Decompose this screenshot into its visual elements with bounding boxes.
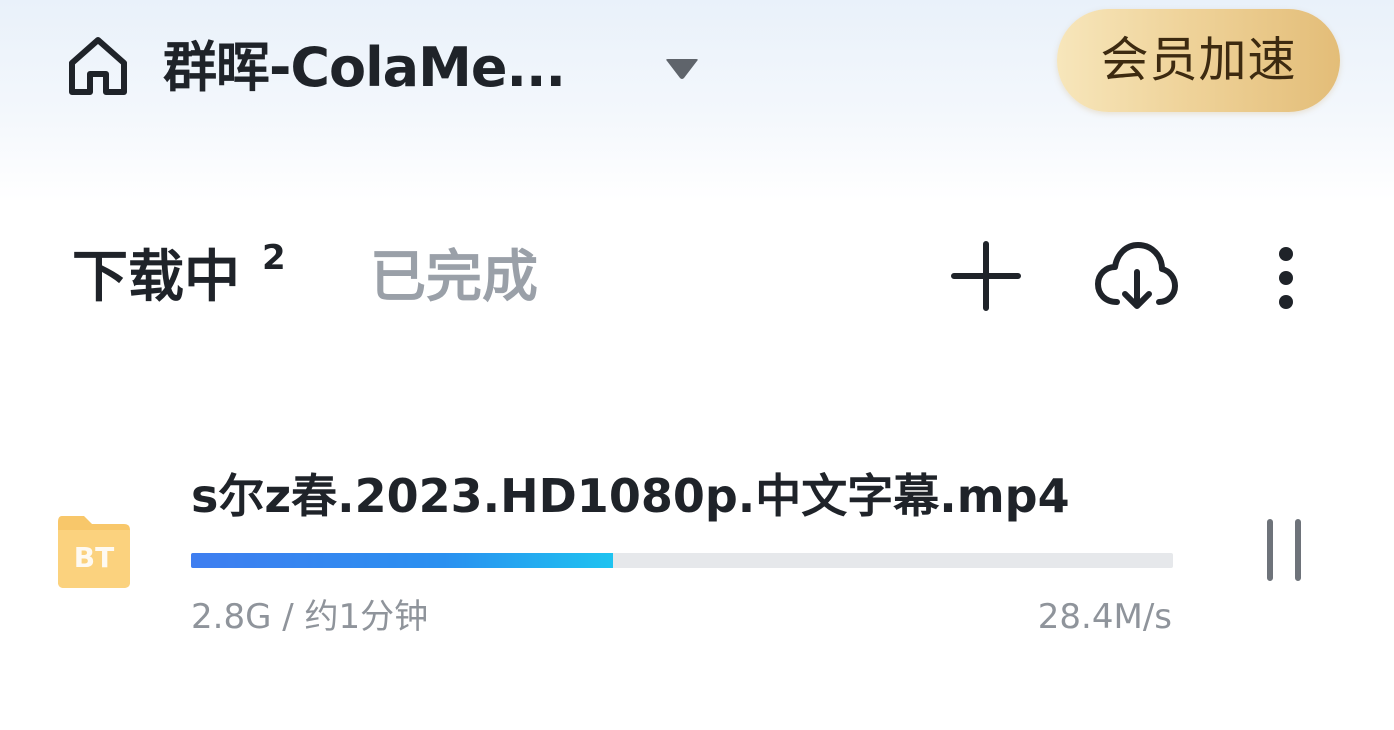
- bt-folder-icon: BT: [56, 514, 132, 590]
- tab-downloading[interactable]: 下载中: [72, 238, 240, 318]
- more-icon[interactable]: [1266, 242, 1306, 314]
- bt-type-label: BT: [73, 541, 115, 574]
- download-task-row[interactable]: BT s尔z春.2023.HD1080p.中文字幕.mp4 2.8G / 约1分…: [0, 440, 1394, 660]
- dropdown-triangle-icon[interactable]: [664, 56, 700, 84]
- cloud-download-icon[interactable]: [1093, 238, 1179, 314]
- add-icon[interactable]: [950, 240, 1022, 312]
- task-progress-bar: [191, 553, 1173, 568]
- vip-boost-label: 会员加速: [1100, 32, 1297, 88]
- pause-icon[interactable]: [1262, 518, 1306, 582]
- task-speed: 28.4M/s: [1037, 597, 1172, 637]
- tab-completed[interactable]: 已完成: [370, 238, 538, 318]
- task-progress-fill: [191, 553, 614, 568]
- task-size-eta: 2.8G / 约1分钟: [191, 597, 429, 637]
- device-title[interactable]: 群晖-ColaMe...: [163, 28, 566, 108]
- task-file-name: s尔z春.2023.HD1080p.中文字幕.mp4: [191, 469, 1070, 523]
- tab-downloading-count: 2: [262, 238, 286, 278]
- vip-boost-button[interactable]: 会员加速: [1057, 9, 1340, 112]
- home-icon[interactable]: [62, 30, 134, 102]
